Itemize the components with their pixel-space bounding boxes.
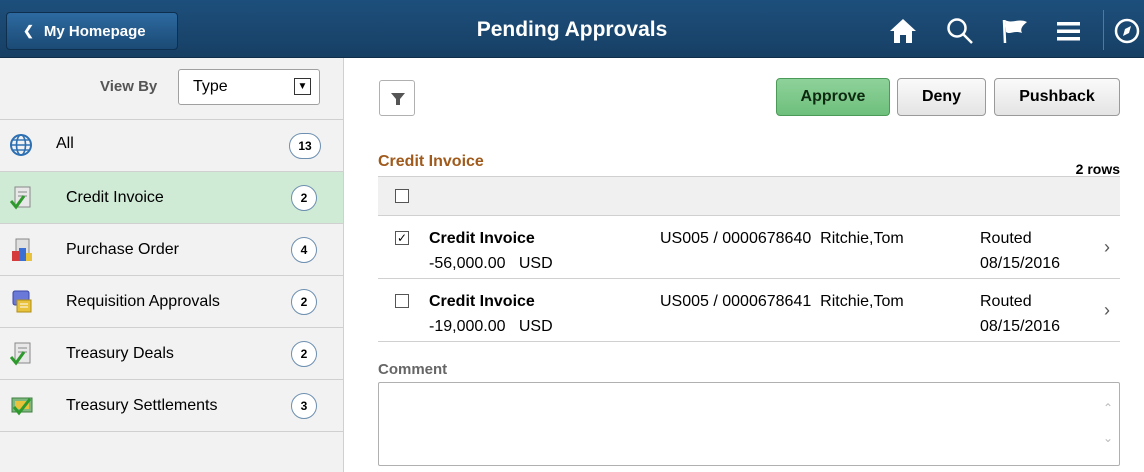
row-date: 08/15/2016 xyxy=(980,318,1061,335)
scroll-up-icon[interactable]: ⌃ xyxy=(1103,401,1113,415)
compass-icon[interactable] xyxy=(1112,16,1142,46)
chevron-left-icon: ❮ xyxy=(23,23,34,38)
select-all-checkbox[interactable] xyxy=(395,189,409,203)
count-badge: 3 xyxy=(291,393,317,419)
filter-icon xyxy=(391,93,405,105)
globe-icon xyxy=(9,132,33,158)
sidebar-item-label: Requisition Approvals xyxy=(66,293,220,310)
sidebar-item-label: Purchase Order xyxy=(66,241,179,258)
sidebar: View By Type ▼ All 13 Credit Invoice 2 P… xyxy=(0,58,344,472)
chevron-right-icon: › xyxy=(1104,300,1110,320)
table-row[interactable]: Credit Invoice -19,000.00 USD US005 / 00… xyxy=(378,280,1120,342)
menu-icon[interactable] xyxy=(1054,16,1084,46)
row-amount: -56,000.00 USD xyxy=(429,255,553,272)
approve-button[interactable]: Approve xyxy=(776,78,890,116)
comment-label: Comment xyxy=(378,361,448,378)
treasury-settlements-icon xyxy=(10,393,34,419)
row-status: Routed xyxy=(980,230,1032,247)
sidebar-item-requisition-approvals[interactable]: Requisition Approvals 2 xyxy=(0,276,343,328)
requisition-icon xyxy=(10,289,34,315)
my-homepage-label: My Homepage xyxy=(43,22,146,40)
flag-icon[interactable] xyxy=(1000,16,1030,46)
chevron-down-icon: ▼ xyxy=(294,78,311,95)
view-by-select[interactable]: Type ▼ xyxy=(178,69,320,105)
count-badge: 2 xyxy=(291,341,317,367)
treasury-deals-icon xyxy=(9,341,34,367)
row-checkbox[interactable]: ✓ xyxy=(395,231,409,245)
chevron-right-icon: › xyxy=(1104,237,1110,257)
row-ids: US005 / 0000678641 Ritchie,Tom xyxy=(660,293,904,310)
scroll-down-icon[interactable]: ⌄ xyxy=(1103,431,1113,445)
count-badge: 2 xyxy=(291,185,317,211)
sidebar-item-purchase-order[interactable]: Purchase Order 4 xyxy=(0,224,343,276)
row-checkbox[interactable] xyxy=(395,294,409,308)
view-by-label: View By xyxy=(100,78,158,95)
count-badge: 2 xyxy=(291,289,317,315)
sidebar-item-label: Credit Invoice xyxy=(66,189,164,206)
table-header xyxy=(378,176,1120,216)
filter-button[interactable] xyxy=(379,80,415,116)
row-title: Credit Invoice xyxy=(429,293,535,310)
section-title: Credit Invoice xyxy=(378,153,484,170)
my-homepage-button[interactable]: ❮ My Homepage xyxy=(6,12,178,50)
pushback-button[interactable]: Pushback xyxy=(994,78,1120,116)
view-by-value: Type xyxy=(193,78,228,95)
sidebar-item-label: All xyxy=(56,135,74,152)
sidebar-item-label: Treasury Settlements xyxy=(66,397,218,414)
credit-invoice-icon xyxy=(9,185,34,211)
rows-count: 2 rows xyxy=(1075,161,1120,177)
sidebar-item-all[interactable]: All 13 xyxy=(0,120,343,172)
search-icon[interactable] xyxy=(945,16,975,46)
deny-button[interactable]: Deny xyxy=(897,78,986,116)
row-date: 08/15/2016 xyxy=(980,255,1061,272)
table-row[interactable]: ✓ Credit Invoice -56,000.00 USD US005 / … xyxy=(378,217,1120,279)
header-bar: ❮ My Homepage Pending Approvals xyxy=(0,0,1144,58)
row-status: Routed xyxy=(980,293,1032,310)
row-ids: US005 / 0000678640 Ritchie,Tom xyxy=(660,230,904,247)
sidebar-item-label: Treasury Deals xyxy=(66,345,174,362)
count-badge: 13 xyxy=(289,133,321,159)
purchase-order-icon xyxy=(10,237,34,263)
view-by-panel: View By Type ▼ xyxy=(0,58,343,120)
sidebar-item-treasury-settlements[interactable]: Treasury Settlements 3 xyxy=(0,380,343,432)
row-title: Credit Invoice xyxy=(429,230,535,247)
row-amount: -19,000.00 USD xyxy=(429,318,553,335)
header-divider xyxy=(1103,10,1104,50)
comment-textarea[interactable]: ⌃ ⌄ xyxy=(378,382,1120,466)
count-badge: 4 xyxy=(291,237,317,263)
home-icon[interactable] xyxy=(888,16,918,46)
sidebar-item-credit-invoice[interactable]: Credit Invoice 2 xyxy=(0,172,343,224)
sidebar-item-treasury-deals[interactable]: Treasury Deals 2 xyxy=(0,328,343,380)
